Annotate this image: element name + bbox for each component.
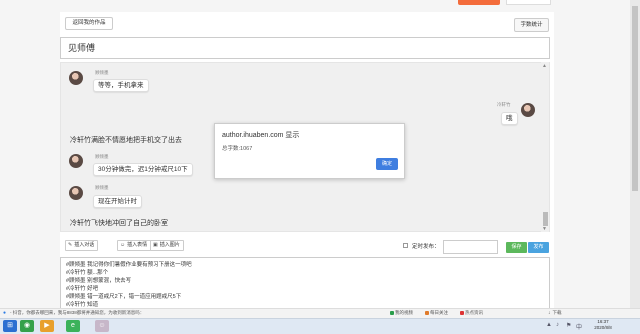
taskbar-clock[interactable]: 16:37 2020/8/8	[588, 319, 618, 331]
character-name: 冷轩竹	[497, 102, 511, 107]
tray-volume-icon[interactable]: ♪	[556, 322, 559, 328]
dialogue-bubble: 30分钟做完，迟1分钟戒尺10下	[93, 163, 193, 176]
status-item-label: 每日关注	[430, 310, 448, 315]
status-my-videos[interactable]: 我的视频	[390, 310, 413, 316]
insert-emoji-label: 插入表情	[127, 242, 148, 248]
dialogue-bubble: 哦	[501, 112, 518, 125]
scroll-down-icon[interactable]: ▼	[542, 226, 547, 232]
chat-icon: ✎	[68, 242, 73, 248]
status-hot-news[interactable]: 热点资讯	[460, 310, 483, 316]
character-name: 顾倾墨	[95, 185, 109, 190]
top-orange-button[interactable]	[458, 0, 500, 5]
top-white-button[interactable]	[506, 0, 551, 5]
alert-title: author.ihuaben.com 显示	[222, 132, 300, 139]
timed-publish-input[interactable]	[443, 240, 498, 254]
avatar	[521, 103, 535, 117]
app-icon: ◉	[23, 322, 31, 329]
tray-network-icon[interactable]: ▲	[546, 322, 552, 328]
windows-icon: ⊞	[7, 322, 13, 329]
insert-emoji-button[interactable]: ☺ 插入表情	[117, 240, 152, 251]
chapter-title-input[interactable]: 见师傅	[60, 37, 550, 59]
alert-ok-button[interactable]: 确定	[376, 158, 398, 170]
save-button[interactable]: 保存	[506, 242, 527, 253]
character-name: 顾倾墨	[95, 154, 109, 159]
status-download[interactable]: ↓ 下载	[548, 310, 562, 316]
info-icon: ●	[3, 310, 7, 316]
editor-line: #冷轩竹 额...那个	[66, 270, 109, 276]
taskbar-app-1[interactable]: ⊞	[3, 320, 17, 332]
script-editor[interactable]: #顾倾墨 我记得你们暑假作业要有预习下册这一项吧 #冷轩竹 额...那个 #顾倾…	[60, 257, 550, 309]
scroll-thumb[interactable]	[543, 212, 548, 226]
news-icon	[460, 311, 464, 315]
status-item-label: 我的视频	[395, 310, 413, 315]
media-play-icon: ▶	[44, 322, 50, 329]
tray-flag-icon[interactable]: ⚑	[566, 322, 571, 329]
back-to-works-button[interactable]: 返回我的作品	[65, 17, 113, 30]
alert-message: 总字数:1067	[222, 146, 253, 152]
avatar	[69, 186, 83, 200]
publish-button[interactable]: 发布	[528, 242, 549, 253]
clock-date: 2020/8/8	[594, 325, 612, 330]
avatar	[69, 71, 83, 85]
scroll-up-icon[interactable]: ▲	[542, 63, 547, 69]
editor-line: #冷轩竹 好吧	[66, 286, 99, 292]
taskbar-app-2[interactable]: ◉	[20, 320, 34, 332]
status-item-label: 热点资讯	[465, 310, 483, 315]
photo-icon: ☺	[98, 322, 106, 329]
tray-input-icon[interactable]: 中	[576, 322, 582, 331]
status-daily-follow[interactable]: 每日关注	[425, 310, 448, 316]
taskbar-app-3[interactable]: ▶	[40, 320, 54, 332]
emoji-icon: ☺	[120, 242, 126, 248]
dialogue-bubble: 现在开始计时	[93, 195, 142, 208]
insert-image-button[interactable]: ▣ 插入图片	[150, 240, 184, 251]
video-icon	[390, 311, 394, 315]
avatar	[69, 154, 83, 168]
taskbar-app-5[interactable]: ☺	[95, 320, 109, 332]
taskbar-app-4[interactable]: e	[66, 320, 80, 332]
insert-dialogue-button[interactable]: ✎ 插入对话	[65, 240, 99, 251]
browser-icon: e	[71, 322, 75, 329]
page-scroll-thumb[interactable]	[632, 6, 638, 191]
word-stats-button[interactable]: 字数统计	[514, 18, 549, 32]
insert-dialogue-label: 插入对话	[74, 242, 95, 248]
character-name: 顾倾墨	[95, 70, 109, 75]
status-download-label: 下载	[552, 310, 562, 315]
editor-line: #顾倾墨 别想蒙混，快去写	[66, 278, 132, 284]
narration-line: 冷轩竹飞快地冲回了自己的卧室	[70, 220, 168, 227]
timed-publish-label: 定时发布：	[412, 244, 440, 250]
follow-icon	[425, 311, 429, 315]
timed-publish-checkbox[interactable]	[403, 243, 408, 248]
dialogue-bubble: 等等，手机拿来	[93, 79, 149, 92]
editor-line: #顾倾墨 错一道戒尺2下，错一道应用题戒尺5下	[66, 294, 182, 300]
narration-line: 冷轩竹满脸不情愿地把手机交了出去	[70, 137, 182, 144]
dialogue-scrollbar[interactable]	[541, 62, 549, 232]
status-notice: - 抖音，你都去哪回来，我与8838都将并通知您，为收到新消息吗：	[10, 310, 145, 315]
download-icon: ↓	[548, 310, 551, 316]
editor-line: #顾倾墨 我记得你们暑假作业要有预习下册这一项吧	[66, 262, 192, 268]
insert-image-label: 插入图片	[159, 242, 180, 248]
image-icon: ▣	[153, 242, 158, 248]
